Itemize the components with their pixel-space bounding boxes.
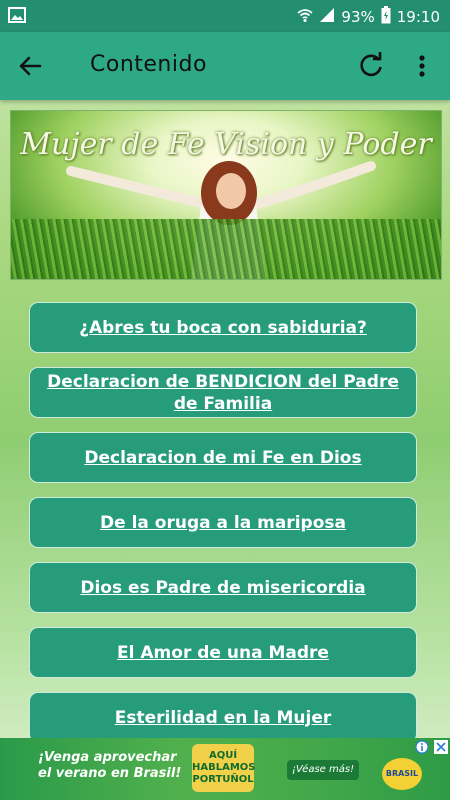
list-item[interactable]: ¿Abres tu boca con sabiduria? bbox=[29, 302, 417, 353]
grass-decoration bbox=[11, 219, 441, 279]
wifi-icon bbox=[297, 7, 314, 27]
arrow-left-icon bbox=[19, 56, 42, 76]
list-item[interactable]: Declaracion de mi Fe en Dios bbox=[29, 432, 417, 483]
toolbar: Contenido bbox=[0, 32, 450, 100]
info-icon[interactable] bbox=[415, 740, 429, 754]
ad-banner[interactable]: ¡Venga aprovechar el verano en Brasil! A… bbox=[0, 738, 450, 800]
header-banner-image: Mujer de Fe Vision y Poder bbox=[10, 110, 442, 280]
ad-logo: AQUÍ HABLAMOS PORTUÑOL bbox=[192, 744, 256, 792]
signal-icon bbox=[319, 7, 335, 27]
list-item[interactable]: De la oruga a la mariposa bbox=[29, 497, 417, 548]
list-item[interactable]: Dios es Padre de misericordia bbox=[29, 562, 417, 613]
refresh-button[interactable] bbox=[355, 50, 387, 82]
ad-logo-line-1: AQUÍ bbox=[208, 750, 238, 761]
ad-brand-logo: BRASIL bbox=[382, 758, 422, 790]
ad-cta-button[interactable]: ¡Véase más! bbox=[287, 760, 359, 780]
banner-title: Mujer de Fe Vision y Poder bbox=[20, 127, 432, 162]
list-item[interactable]: El Amor de una Madre bbox=[29, 627, 417, 678]
clock: 19:10 bbox=[396, 8, 440, 26]
list-item[interactable]: Esterilidad en la Mujer bbox=[29, 692, 417, 743]
ad-text: ¡Venga aprovechar el verano en Brasil! bbox=[38, 750, 181, 782]
more-vertical-icon bbox=[419, 55, 425, 77]
back-button[interactable] bbox=[14, 50, 46, 82]
battery-icon bbox=[381, 6, 391, 28]
battery-percent: 93% bbox=[341, 8, 375, 26]
ad-logo-line-3: PORTUÑOL bbox=[192, 774, 254, 785]
ad-logo-line-2: HABLAMOS bbox=[192, 762, 256, 773]
ad-line-1: ¡Venga aprovechar bbox=[38, 750, 177, 765]
list-item[interactable]: Declaracion de BENDICION del Padre de Fa… bbox=[29, 367, 417, 418]
ad-line-2: el verano en Brasil! bbox=[38, 766, 182, 781]
page-title: Contenido bbox=[90, 52, 207, 77]
image-notification-icon bbox=[8, 7, 26, 27]
status-bar: 93% 19:10 bbox=[0, 0, 450, 32]
refresh-icon bbox=[360, 52, 382, 77]
overflow-menu-button[interactable] bbox=[410, 50, 434, 82]
close-icon[interactable] bbox=[434, 740, 448, 754]
